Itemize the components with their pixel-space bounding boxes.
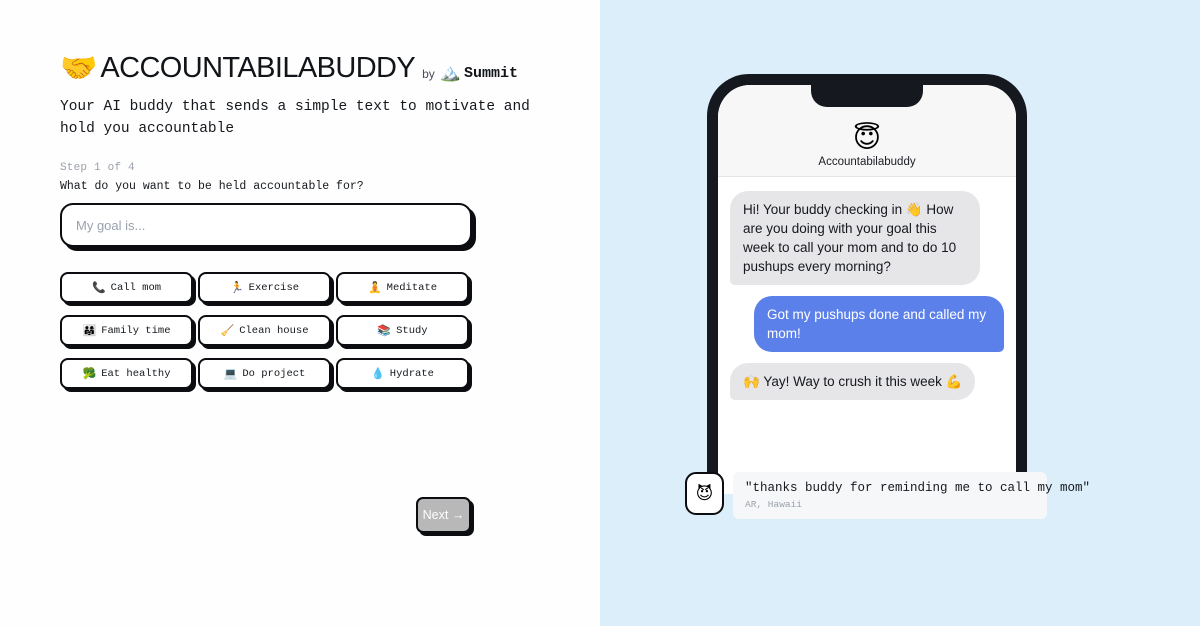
chip-clean-house[interactable]: 🧹 Clean house — [198, 315, 331, 346]
phone-icon: 📞 — [91, 281, 106, 294]
message-bubble-incoming: Hi! Your buddy checking in 👋 How are you… — [730, 191, 980, 285]
chip-family-time[interactable]: 👨‍👩‍👧 Family time — [60, 315, 193, 346]
avatar: 😈 — [685, 472, 724, 515]
broom-icon: 🧹 — [220, 324, 235, 337]
brand-summit-label: Summit — [463, 65, 518, 82]
goal-suggestion-chips: 📞 Call mom 🏃 Exercise 🧘 Meditate 👨‍👩‍👧 F… — [60, 272, 472, 389]
chip-meditate[interactable]: 🧘 Meditate — [336, 272, 469, 303]
goal-input[interactable] — [60, 203, 472, 247]
brand-by-label: by — [422, 67, 435, 81]
app-root: 🤝 ACCOUNTABILABUDDY by 🏔️ Summit Your AI… — [0, 0, 1200, 626]
chip-label: Do project — [242, 367, 306, 380]
question-label: What do you want to be held accountable … — [60, 180, 364, 193]
droplet-icon: 💧 — [371, 367, 385, 380]
phone-notch — [811, 85, 923, 107]
chip-exercise[interactable]: 🏃 Exercise — [198, 272, 331, 303]
message-bubble-outgoing: Got my pushups done and called my mom! — [754, 296, 1004, 352]
books-icon: 📚 — [377, 324, 392, 337]
tagline: Your AI buddy that sends a simple text t… — [60, 99, 530, 137]
chip-label: Family time — [101, 324, 171, 337]
brand-header: 🤝 ACCOUNTABILABUDDY by 🏔️ Summit — [60, 52, 540, 85]
chat-thread: Hi! Your buddy checking in 👋 How are you… — [718, 177, 1016, 400]
message-bubble-incoming: 🙌 Yay! Way to crush it this week 💪 — [730, 363, 976, 400]
runner-icon: 🏃 — [229, 281, 244, 294]
chip-eat-healthy[interactable]: 🥦 Eat healthy — [60, 358, 193, 389]
meditation-icon: 🧘 — [367, 281, 382, 294]
chip-label: Exercise — [248, 281, 300, 294]
chip-label: Hydrate — [389, 367, 434, 380]
testimonial: 😈 "thanks buddy for reminding me to call… — [685, 472, 1091, 519]
testimonial-quote: "thanks buddy for reminding me to call m… — [745, 481, 1091, 495]
testimonial-author: AR, Hawaii — [745, 499, 803, 510]
devil-face-icon: 😈 — [695, 483, 714, 504]
family-icon: 👨‍👩‍👧 — [82, 324, 97, 337]
onboarding-panel: 🤝 ACCOUNTABILABUDDY by 🏔️ Summit Your AI… — [0, 0, 600, 626]
onboarding-content: 🤝 ACCOUNTABILABUDDY by 🏔️ Summit Your AI… — [60, 52, 540, 389]
next-button[interactable]: Next → — [416, 497, 471, 533]
step-indicator: Step 1 of 4 — [60, 162, 135, 174]
laptop-icon: 💻 — [223, 367, 238, 380]
phone-mockup: 😇 Accountabilabuddy Hi! Your buddy check… — [707, 74, 1027, 494]
page-title: ACCOUNTABILABUDDY — [100, 52, 416, 84]
phone-screen: 😇 Accountabilabuddy Hi! Your buddy check… — [718, 85, 1016, 494]
preview-panel: 😇 Accountabilabuddy Hi! Your buddy check… — [600, 0, 1200, 626]
chip-label: Call mom — [110, 281, 162, 294]
chip-label: Meditate — [386, 281, 438, 294]
goal-input-wrap — [60, 203, 472, 247]
broccoli-icon: 🥦 — [82, 367, 97, 380]
contact-name: Accountabilabuddy — [818, 156, 916, 168]
angel-face-icon: 😇 — [852, 123, 882, 154]
chip-call-mom[interactable]: 📞 Call mom — [60, 272, 193, 303]
next-button-wrap: Next → — [416, 497, 471, 533]
mountain-icon: 🏔️ — [439, 63, 461, 83]
chip-hydrate[interactable]: 💧 Hydrate — [336, 358, 469, 389]
handshake-icon: 🤝 — [60, 50, 98, 86]
chip-study[interactable]: 📚 Study — [336, 315, 469, 346]
testimonial-card: "thanks buddy for reminding me to call m… — [733, 472, 1091, 519]
chip-label: Clean house — [239, 324, 309, 337]
chip-label: Study — [396, 324, 428, 337]
chip-label: Eat healthy — [101, 367, 171, 380]
chip-do-project[interactable]: 💻 Do project — [198, 358, 331, 389]
